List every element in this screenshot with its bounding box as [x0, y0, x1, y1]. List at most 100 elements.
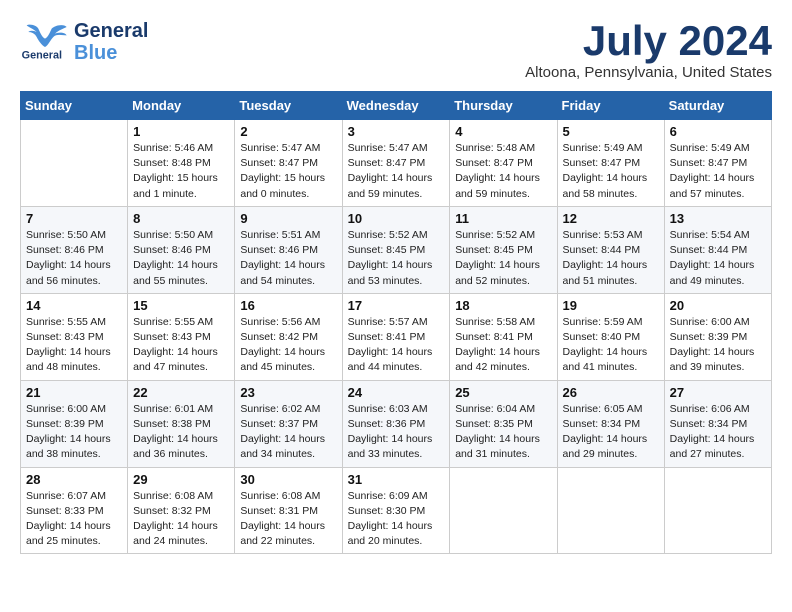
- calendar-cell: 15 Sunrise: 5:55 AMSunset: 8:43 PMDayligh…: [128, 293, 235, 380]
- day-info: Sunrise: 5:47 AMSunset: 8:47 PMDaylight:…: [240, 141, 336, 202]
- day-info: Sunrise: 5:59 AMSunset: 8:40 PMDaylight:…: [563, 315, 659, 376]
- calendar-cell: [450, 467, 557, 554]
- day-number: 15: [133, 298, 229, 313]
- day-info: Sunrise: 6:07 AMSunset: 8:33 PMDaylight:…: [26, 489, 122, 550]
- calendar-cell: 22 Sunrise: 6:01 AMSunset: 8:38 PMDayligh…: [128, 380, 235, 467]
- calendar-cell: 20 Sunrise: 6:00 AMSunset: 8:39 PMDayligh…: [664, 293, 771, 380]
- day-number: 25: [455, 385, 551, 400]
- day-info: Sunrise: 5:48 AMSunset: 8:47 PMDaylight:…: [455, 141, 551, 202]
- day-number: 1: [133, 124, 229, 139]
- day-number: 30: [240, 472, 336, 487]
- day-number: 6: [670, 124, 766, 139]
- calendar-cell: 21 Sunrise: 6:00 AMSunset: 8:39 PMDayligh…: [21, 380, 128, 467]
- day-info: Sunrise: 5:55 AMSunset: 8:43 PMDaylight:…: [133, 315, 229, 376]
- calendar-cell: 2 Sunrise: 5:47 AMSunset: 8:47 PMDaylight…: [235, 120, 342, 207]
- day-info: Sunrise: 6:09 AMSunset: 8:30 PMDaylight:…: [348, 489, 445, 550]
- day-number: 4: [455, 124, 551, 139]
- day-number: 26: [563, 385, 659, 400]
- calendar-cell: 29 Sunrise: 6:08 AMSunset: 8:32 PMDayligh…: [128, 467, 235, 554]
- calendar-week-5: 28 Sunrise: 6:07 AMSunset: 8:33 PMDayligh…: [21, 467, 772, 554]
- day-info: Sunrise: 5:52 AMSunset: 8:45 PMDaylight:…: [348, 228, 445, 289]
- page-header: General General Blue July 2024 Altoona, …: [20, 20, 772, 81]
- day-info: Sunrise: 5:55 AMSunset: 8:43 PMDaylight:…: [26, 315, 122, 376]
- day-info: Sunrise: 6:04 AMSunset: 8:35 PMDaylight:…: [455, 402, 551, 463]
- day-info: Sunrise: 6:01 AMSunset: 8:38 PMDaylight:…: [133, 402, 229, 463]
- day-number: 23: [240, 385, 336, 400]
- day-info: Sunrise: 6:08 AMSunset: 8:32 PMDaylight:…: [133, 489, 229, 550]
- title-area: July 2024 Altoona, Pennsylvania, United …: [525, 20, 772, 81]
- calendar-cell: 28 Sunrise: 6:07 AMSunset: 8:33 PMDayligh…: [21, 467, 128, 554]
- calendar-cell: [21, 120, 128, 207]
- day-number: 21: [26, 385, 122, 400]
- day-info: Sunrise: 5:54 AMSunset: 8:44 PMDaylight:…: [670, 228, 766, 289]
- day-number: 16: [240, 298, 336, 313]
- day-number: 20: [670, 298, 766, 313]
- month-title: July 2024: [525, 20, 772, 62]
- day-number: 22: [133, 385, 229, 400]
- calendar-cell: 16 Sunrise: 5:56 AMSunset: 8:42 PMDayligh…: [235, 293, 342, 380]
- day-info: Sunrise: 5:57 AMSunset: 8:41 PMDaylight:…: [348, 315, 445, 376]
- calendar-week-4: 21 Sunrise: 6:00 AMSunset: 8:39 PMDayligh…: [21, 380, 772, 467]
- calendar-cell: 23 Sunrise: 6:02 AMSunset: 8:37 PMDayligh…: [235, 380, 342, 467]
- day-number: 19: [563, 298, 659, 313]
- day-header-wednesday: Wednesday: [342, 92, 450, 120]
- calendar-cell: 12 Sunrise: 5:53 AMSunset: 8:44 PMDayligh…: [557, 206, 664, 293]
- day-info: Sunrise: 6:08 AMSunset: 8:31 PMDaylight:…: [240, 489, 336, 550]
- calendar-cell: 7 Sunrise: 5:50 AMSunset: 8:46 PMDaylight…: [21, 206, 128, 293]
- day-number: 5: [563, 124, 659, 139]
- calendar-cell: 19 Sunrise: 5:59 AMSunset: 8:40 PMDayligh…: [557, 293, 664, 380]
- day-number: 31: [348, 472, 445, 487]
- day-number: 29: [133, 472, 229, 487]
- day-info: Sunrise: 6:00 AMSunset: 8:39 PMDaylight:…: [26, 402, 122, 463]
- calendar-cell: 27 Sunrise: 6:06 AMSunset: 8:34 PMDayligh…: [664, 380, 771, 467]
- calendar-week-1: 1 Sunrise: 5:46 AMSunset: 8:48 PMDaylight…: [21, 120, 772, 207]
- day-number: 28: [26, 472, 122, 487]
- day-header-sunday: Sunday: [21, 92, 128, 120]
- calendar-cell: 31 Sunrise: 6:09 AMSunset: 8:30 PMDayligh…: [342, 467, 450, 554]
- day-info: Sunrise: 5:46 AMSunset: 8:48 PMDaylight:…: [133, 141, 229, 202]
- day-header-monday: Monday: [128, 92, 235, 120]
- calendar-week-3: 14 Sunrise: 5:55 AMSunset: 8:43 PMDayligh…: [21, 293, 772, 380]
- day-number: 14: [26, 298, 122, 313]
- calendar-cell: 6 Sunrise: 5:49 AMSunset: 8:47 PMDaylight…: [664, 120, 771, 207]
- day-info: Sunrise: 5:49 AMSunset: 8:47 PMDaylight:…: [563, 141, 659, 202]
- day-number: 12: [563, 211, 659, 226]
- calendar-cell: 10 Sunrise: 5:52 AMSunset: 8:45 PMDayligh…: [342, 206, 450, 293]
- day-info: Sunrise: 5:56 AMSunset: 8:42 PMDaylight:…: [240, 315, 336, 376]
- day-number: 27: [670, 385, 766, 400]
- day-info: Sunrise: 6:06 AMSunset: 8:34 PMDaylight:…: [670, 402, 766, 463]
- logo-general: General: [74, 20, 148, 42]
- calendar-cell: [557, 467, 664, 554]
- day-info: Sunrise: 5:52 AMSunset: 8:45 PMDaylight:…: [455, 228, 551, 289]
- day-number: 8: [133, 211, 229, 226]
- day-number: 10: [348, 211, 445, 226]
- day-info: Sunrise: 6:03 AMSunset: 8:36 PMDaylight:…: [348, 402, 445, 463]
- calendar-cell: 17Sunrise: 5:57 AMSunset: 8:41 PMDayligh…: [342, 293, 450, 380]
- calendar-cell: 24Sunrise: 6:03 AMSunset: 8:36 PMDayligh…: [342, 380, 450, 467]
- day-info: Sunrise: 5:51 AMSunset: 8:46 PMDaylight:…: [240, 228, 336, 289]
- calendar-week-2: 7 Sunrise: 5:50 AMSunset: 8:46 PMDaylight…: [21, 206, 772, 293]
- day-info: Sunrise: 6:02 AMSunset: 8:37 PMDaylight:…: [240, 402, 336, 463]
- day-number: 7: [26, 211, 122, 226]
- day-info: Sunrise: 5:49 AMSunset: 8:47 PMDaylight:…: [670, 141, 766, 202]
- day-info: Sunrise: 5:50 AMSunset: 8:46 PMDaylight:…: [26, 228, 122, 289]
- calendar-cell: [664, 467, 771, 554]
- day-number: 18: [455, 298, 551, 313]
- calendar-cell: 4 Sunrise: 5:48 AMSunset: 8:47 PMDaylight…: [450, 120, 557, 207]
- logo-text-area: General Blue: [74, 20, 148, 64]
- logo-blue: Blue: [74, 42, 148, 64]
- day-info: Sunrise: 5:53 AMSunset: 8:44 PMDaylight:…: [563, 228, 659, 289]
- day-number: 2: [240, 124, 336, 139]
- day-number: 3: [348, 124, 445, 139]
- calendar-cell: 18Sunrise: 5:58 AMSunset: 8:41 PMDayligh…: [450, 293, 557, 380]
- calendar-cell: 13 Sunrise: 5:54 AMSunset: 8:44 PMDayligh…: [664, 206, 771, 293]
- day-number: 9: [240, 211, 336, 226]
- logo-icon: General: [20, 22, 70, 62]
- calendar-cell: 9 Sunrise: 5:51 AMSunset: 8:46 PMDaylight…: [235, 206, 342, 293]
- day-number: 13: [670, 211, 766, 226]
- calendar-cell: 5 Sunrise: 5:49 AMSunset: 8:47 PMDaylight…: [557, 120, 664, 207]
- calendar-cell: 1 Sunrise: 5:46 AMSunset: 8:48 PMDaylight…: [128, 120, 235, 207]
- calendar-table: SundayMondayTuesdayWednesdayThursdayFrid…: [20, 91, 772, 554]
- day-info: Sunrise: 6:00 AMSunset: 8:39 PMDaylight:…: [670, 315, 766, 376]
- day-header-friday: Friday: [557, 92, 664, 120]
